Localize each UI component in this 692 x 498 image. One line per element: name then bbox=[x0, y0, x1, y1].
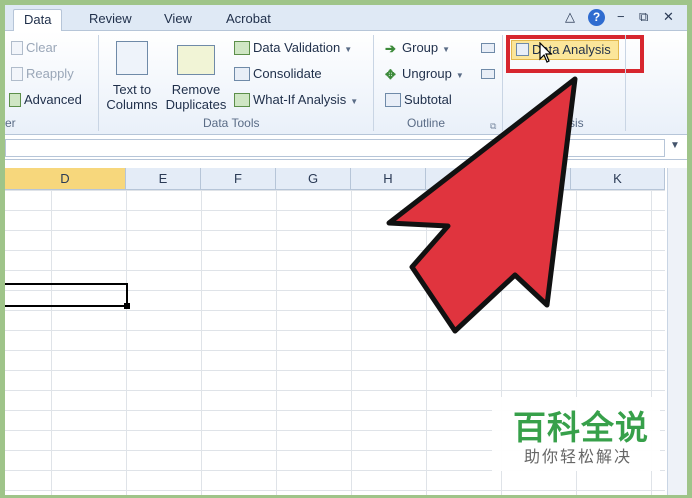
mouse-cursor-icon bbox=[539, 42, 553, 63]
red-arrow-shape bbox=[386, 76, 578, 334]
watermark-subtitle: 助你轻松解决 bbox=[524, 447, 633, 466]
watermark-title: 百科全说 bbox=[513, 408, 649, 447]
